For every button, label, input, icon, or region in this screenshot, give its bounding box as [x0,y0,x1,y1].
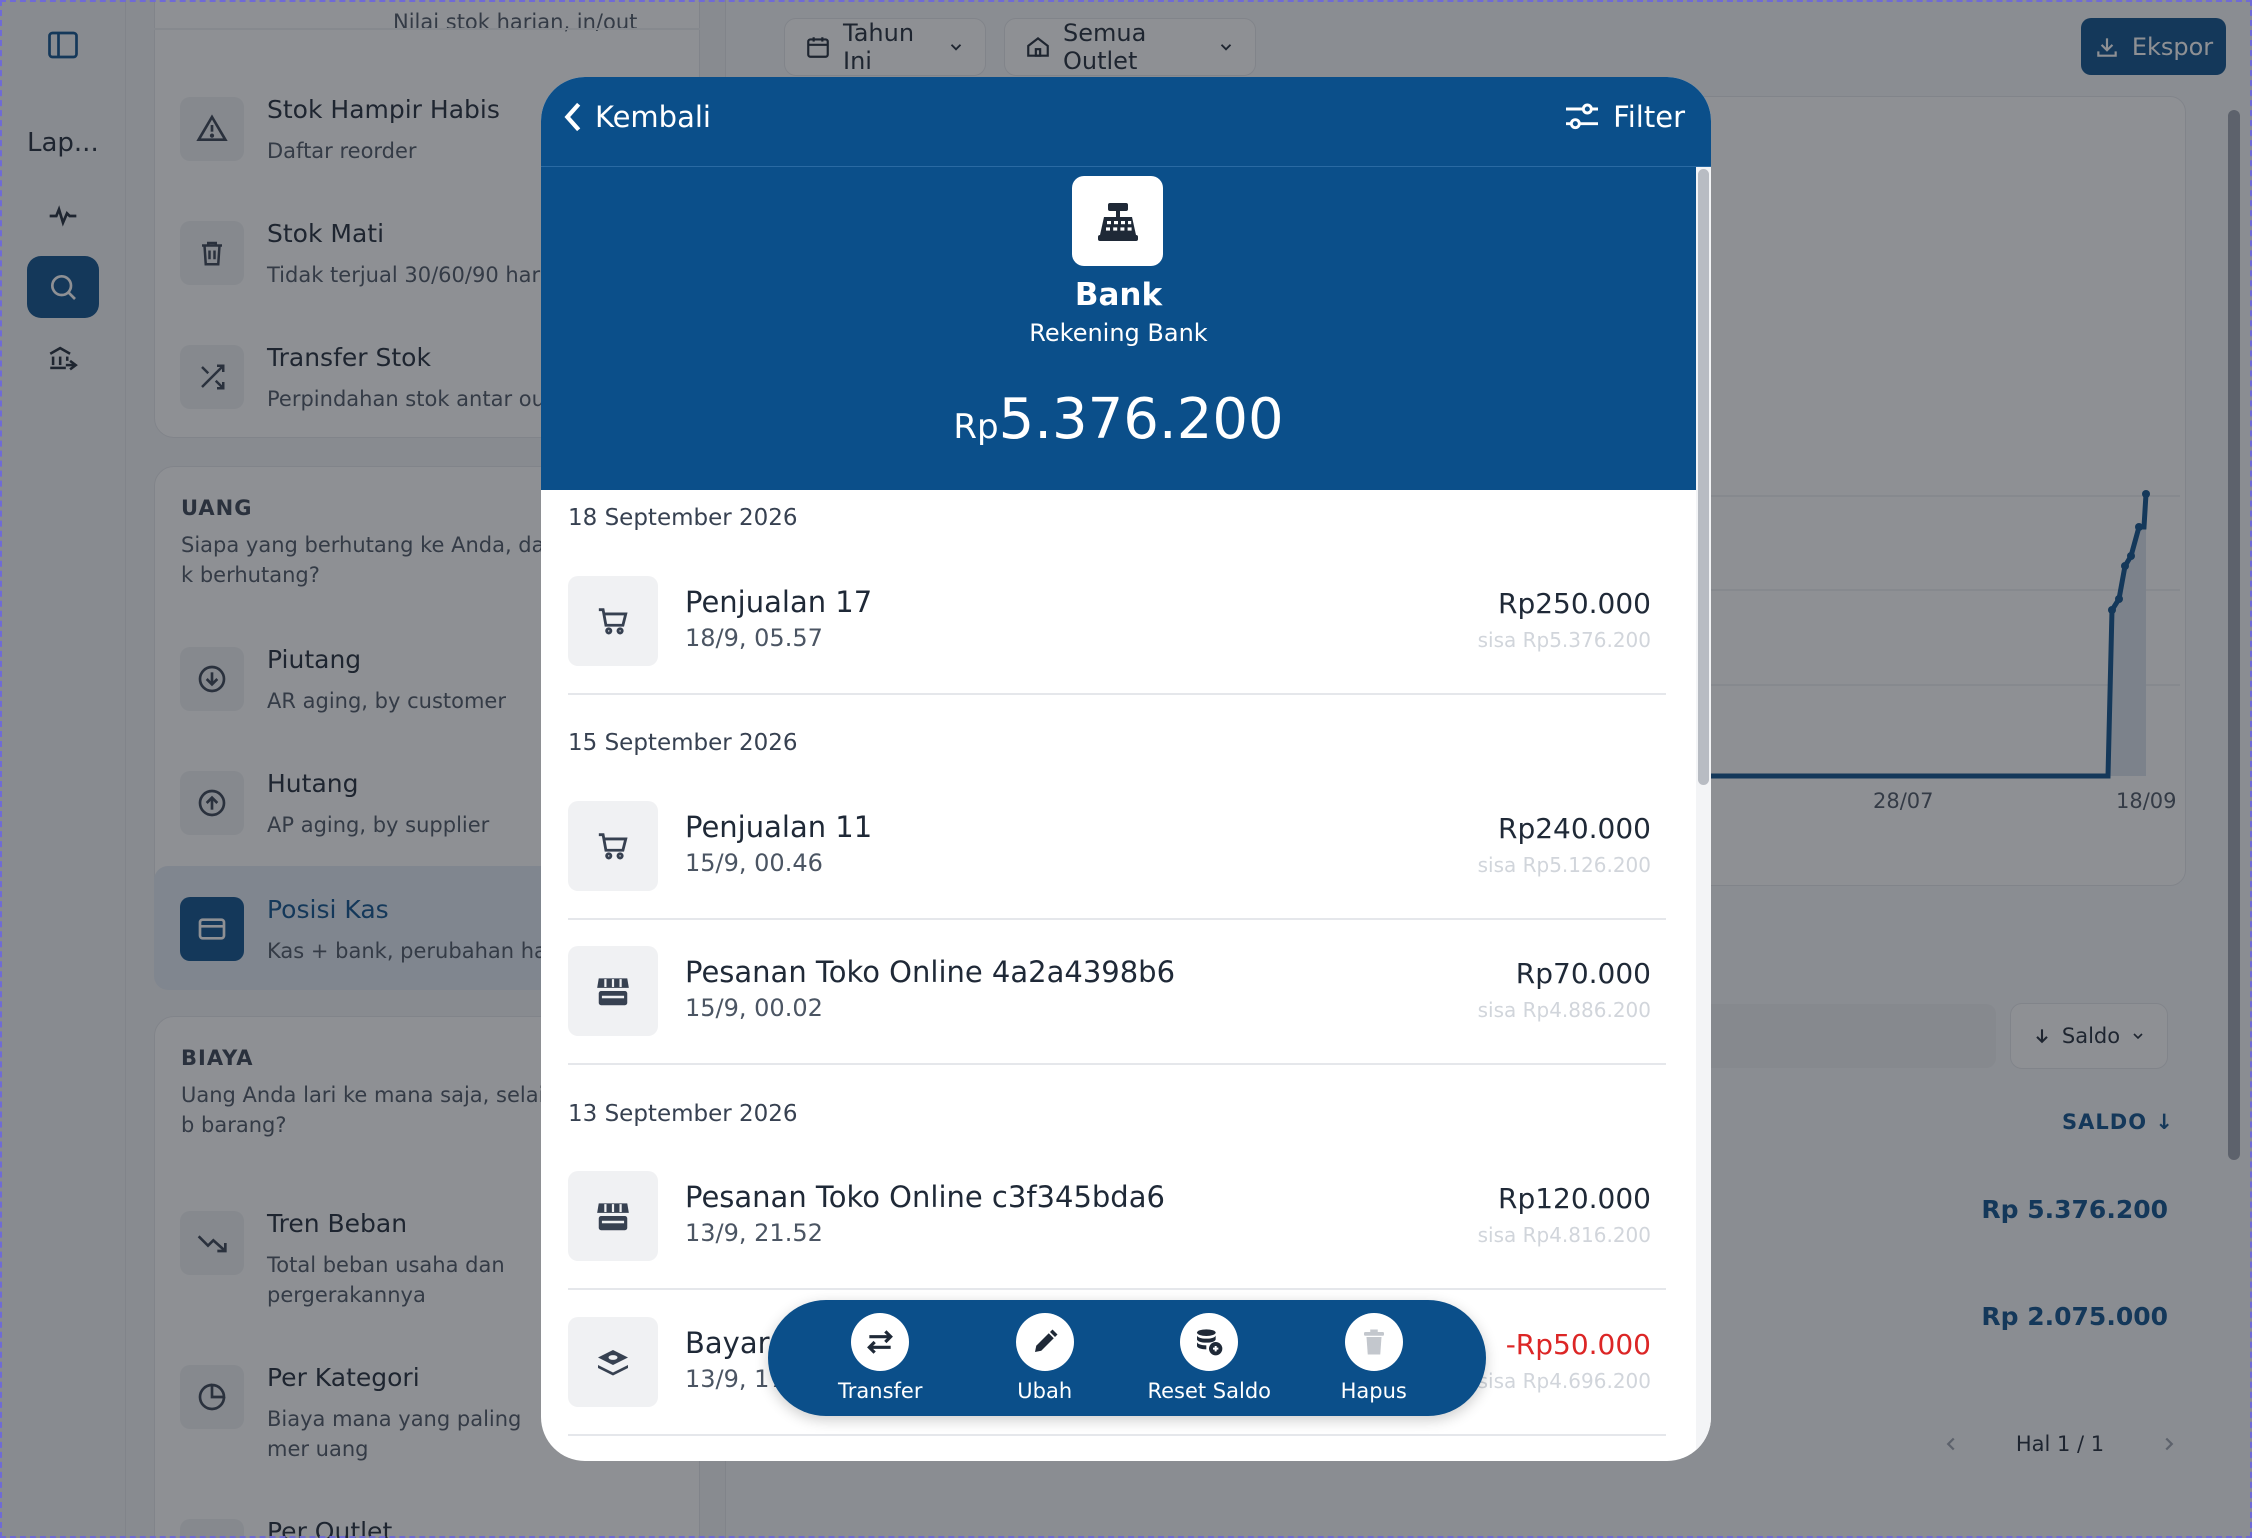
account-detail-modal: Kembali Filter Bank Rekening Bank Rp5.37… [541,77,1711,1461]
coins-reset-icon [1180,1313,1239,1371]
transaction-row[interactable]: Pesanan Toko Online 4a2a4398b6 15/9, 00.… [541,946,1696,1046]
transaction-time: 18/9, 05.57 [685,624,823,652]
transaction-time: 13/9, 21.52 [685,1219,823,1247]
transaction-row[interactable]: Penjualan 11 15/9, 00.46 Rp240.000 sisa … [541,801,1696,901]
account-balance: Rp5.376.200 [541,387,1696,452]
divider [568,918,1666,920]
action-label: Transfer [838,1379,923,1403]
date-header: 13 September 2026 [568,1101,798,1127]
transaction-time: 15/9, 00.02 [685,994,823,1022]
transaction-amount: Rp120.000 [1497,1182,1651,1215]
divider [568,693,1666,695]
edit-button[interactable]: Ubah [970,1313,1120,1403]
filter-button[interactable]: Filter [1563,100,1685,134]
divider [568,1434,1666,1436]
transaction-row[interactable]: Penjualan 17 18/9, 05.57 Rp250.000 sisa … [541,576,1696,696]
money-icon [568,1317,658,1407]
back-button[interactable]: Kembali [561,100,711,134]
back-label: Kembali [595,100,711,134]
divider [568,1288,1666,1290]
transaction-amount: Rp250.000 [1497,587,1651,620]
cash-register-icon [1072,176,1163,266]
account-action-bar: Transfer Ubah Reset Saldo Hapus [768,1300,1486,1416]
cart-icon [568,801,658,891]
transaction-remaining: sisa Rp5.126.200 [1477,853,1651,877]
filter-label: Filter [1613,100,1685,134]
transaction-remaining: sisa Rp4.886.200 [1477,998,1651,1022]
transaction-title: Bayar [685,1326,770,1360]
balance-amount: 5.376.200 [998,387,1284,452]
account-type: Rekening Bank [1029,319,1208,347]
pencil-icon [1015,1313,1074,1371]
date-header: 18 September 2026 [568,505,798,531]
transaction-amount: -Rp50.000 [1505,1328,1651,1361]
action-label: Ubah [1017,1379,1073,1403]
date-header: 15 September 2026 [568,730,798,756]
transaction-remaining: sisa Rp4.816.200 [1477,1223,1651,1247]
cart-icon [568,576,658,666]
store-icon [568,1171,658,1261]
transaction-title: Pesanan Toko Online 4a2a4398b6 [685,955,1176,989]
trash-icon [1344,1313,1403,1371]
action-label: Reset Saldo [1147,1379,1272,1403]
action-label: Hapus [1340,1379,1407,1403]
transaction-remaining: sisa Rp5.376.200 [1477,628,1651,652]
modal-scrollbar-thumb[interactable] [1698,169,1709,785]
transaction-title: Pesanan Toko Online c3f345bda6 [685,1180,1165,1214]
transaction-amount: Rp70.000 [1515,957,1651,990]
divider [568,1063,1666,1065]
balance-currency: Rp [953,407,999,447]
delete-button[interactable]: Hapus [1299,1313,1449,1403]
transaction-row[interactable]: Pesanan Toko Online c3f345bda6 13/9, 21.… [541,1171,1696,1271]
transaction-time: 15/9, 00.46 [685,849,823,877]
sliders-icon [1563,101,1601,133]
transaction-title: Penjualan 11 [685,810,873,844]
transfer-icon [851,1313,910,1371]
transaction-amount: Rp240.000 [1497,812,1651,845]
transaction-title: Penjualan 17 [685,585,873,619]
modal-header: Kembali Filter [541,77,1711,167]
account-name: Bank [1074,277,1163,313]
transaction-remaining: sisa Rp4.696.200 [1477,1369,1651,1393]
reset-balance-button[interactable]: Reset Saldo [1134,1313,1284,1403]
store-icon [568,946,658,1036]
chevron-left-icon [561,100,585,134]
transfer-button[interactable]: Transfer [805,1313,955,1403]
